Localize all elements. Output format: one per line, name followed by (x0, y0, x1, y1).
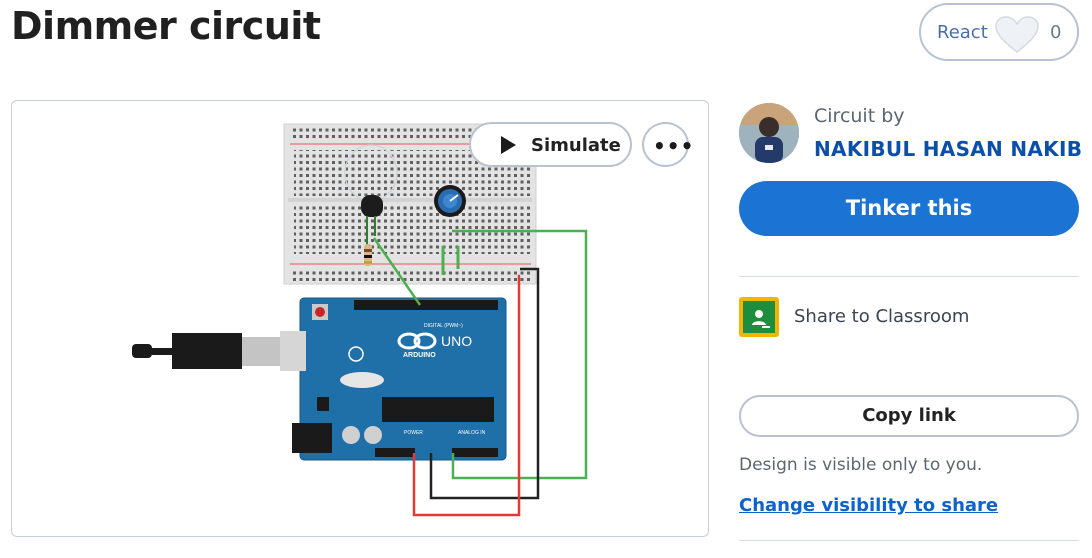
react-label: React (937, 22, 988, 43)
digital-header-label: DIGITAL (PWM~) (424, 323, 463, 329)
divider (739, 540, 1079, 541)
resistor (364, 244, 372, 266)
react-count: 0 (1050, 22, 1062, 43)
google-classroom-icon[interactable] (739, 297, 779, 337)
heart-icon (995, 16, 1039, 53)
more-options-button[interactable]: ••• (642, 122, 693, 167)
usb-cable (132, 331, 306, 371)
play-icon (501, 136, 516, 154)
visibility-note: Design is visible only to you. (739, 455, 983, 475)
circuit-by-label: Circuit by (814, 105, 905, 127)
simulate-button[interactable]: Simulate (469, 122, 632, 167)
change-visibility-link[interactable]: Change visibility to share (739, 495, 998, 516)
simulate-label: Simulate (531, 135, 621, 156)
arduino-board: ARDUINO UNO DIGITAL (PWM~) POWER ANALOG … (292, 297, 507, 461)
share-to-classroom-label[interactable]: Share to Classroom (794, 306, 969, 327)
divider (739, 276, 1079, 277)
copy-link-button[interactable]: Copy link (739, 395, 1079, 437)
arduino-model-text: UNO (441, 333, 472, 349)
tinker-this-button[interactable]: Tinker this (739, 181, 1079, 236)
page-title: Dimmer circuit (11, 4, 321, 48)
more-dots-icon: ••• (653, 134, 695, 158)
classroom-figure-icon (752, 310, 770, 328)
power-label: POWER (404, 430, 423, 436)
analog-label: ANALOG IN (458, 430, 486, 436)
arduino-logo-text: ARDUINO (403, 352, 436, 359)
react-button[interactable]: React 0 (919, 3, 1079, 61)
potentiometer (434, 185, 466, 217)
circuit-canvas[interactable]: ARDUINO UNO DIGITAL (PWM~) POWER ANALOG … (11, 100, 709, 537)
avatar[interactable] (739, 103, 799, 163)
author-avatar-image (739, 103, 799, 163)
author-name-link[interactable]: NAKIBUL HASAN NAKIB (814, 137, 1082, 161)
